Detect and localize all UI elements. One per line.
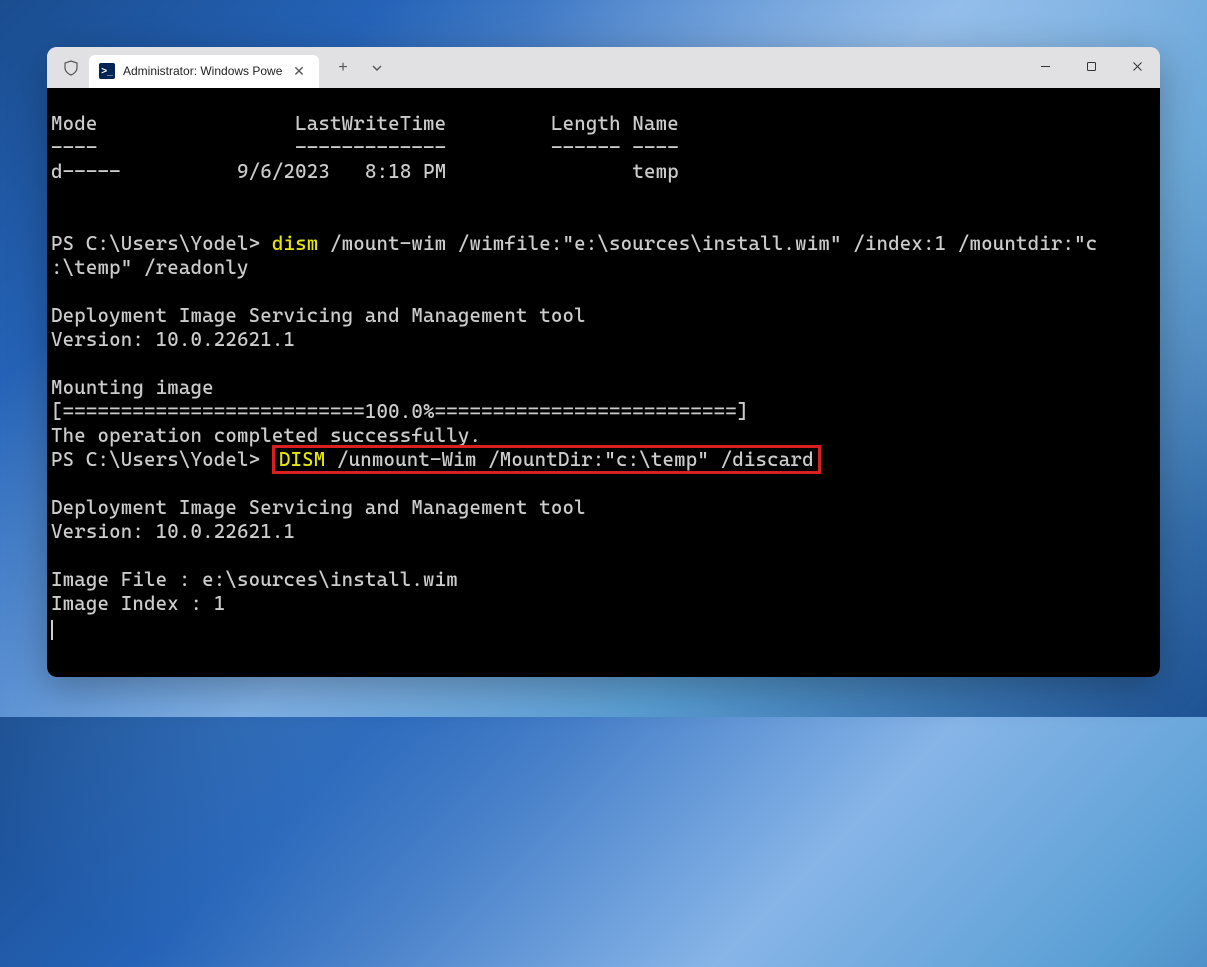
minimize-button[interactable] xyxy=(1022,47,1068,85)
dir-row: d----- 9/6/2023 8:18 PM temp xyxy=(51,160,679,183)
close-button[interactable] xyxy=(1114,47,1160,85)
new-tab-button[interactable]: + xyxy=(329,54,357,82)
cursor xyxy=(51,620,53,640)
admin-shield-icon xyxy=(61,58,81,78)
image-file-line: Image File : e:\sources\install.wim xyxy=(51,568,458,591)
tab-powershell[interactable]: >_ Administrator: Windows Powe ✕ xyxy=(89,55,319,88)
prompt-line-2: PS C:\Users\Yodel> DISM /unmount-Wim /Mo… xyxy=(51,445,821,474)
terminal-output[interactable]: Mode LastWriteTime Length Name ---- ----… xyxy=(47,88,1160,677)
success-line: The operation completed successfully. xyxy=(51,424,481,447)
tool-line-2: Deployment Image Servicing and Managemen… xyxy=(51,496,586,519)
terminal-window: >_ Administrator: Windows Powe ✕ + Mode … xyxy=(47,47,1160,677)
prompt-line-1-wrap: :\temp" /readonly xyxy=(51,256,249,279)
powershell-icon: >_ xyxy=(99,63,115,79)
version-line-2: Version: 10.0.22621.1 xyxy=(51,520,295,543)
mounting-line: Mounting image xyxy=(51,376,214,399)
progress-line: [==========================100.0%=======… xyxy=(51,400,749,423)
tab-title: Administrator: Windows Powe xyxy=(123,64,289,78)
tab-close-button[interactable]: ✕ xyxy=(289,61,309,81)
header-sep: ---- ------------- ------ ---- xyxy=(51,136,679,159)
image-index-line: Image Index : 1 xyxy=(51,592,225,615)
version-line-1: Version: 10.0.22621.1 xyxy=(51,328,295,351)
window-controls xyxy=(1022,47,1160,85)
header-row: Mode LastWriteTime Length Name xyxy=(51,112,679,135)
tab-dropdown-button[interactable] xyxy=(363,54,391,82)
prompt-line-1: PS C:\Users\Yodel> dism /mount-wim /wimf… xyxy=(51,232,1097,255)
tool-line-1: Deployment Image Servicing and Managemen… xyxy=(51,304,586,327)
maximize-button[interactable] xyxy=(1068,47,1114,85)
titlebar[interactable]: >_ Administrator: Windows Powe ✕ + xyxy=(47,47,1160,88)
